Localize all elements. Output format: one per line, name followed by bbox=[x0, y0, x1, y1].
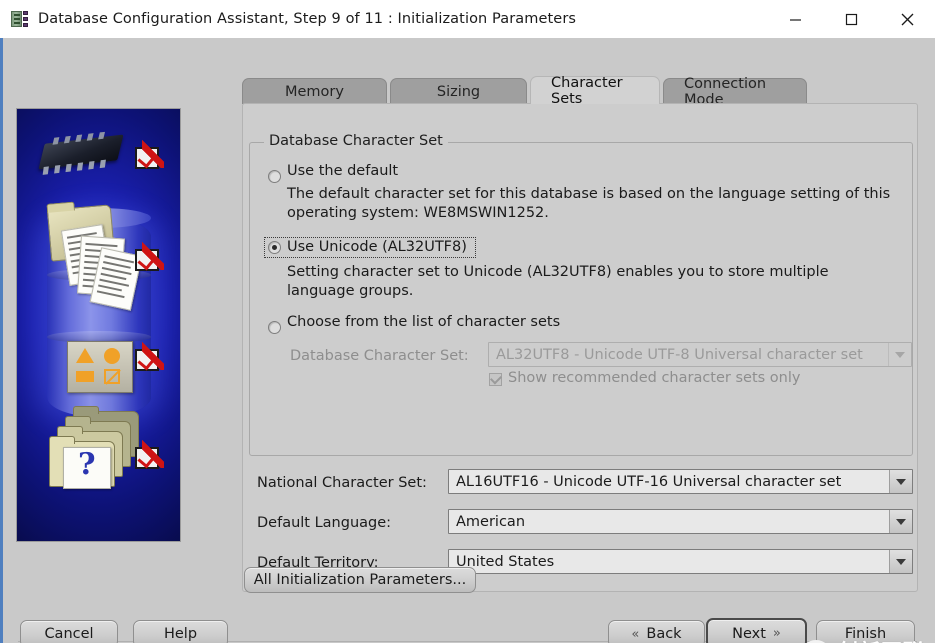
radio-label-use-unicode: Use Unicode (AL32UTF8) bbox=[287, 239, 467, 255]
red-checkmark-icon bbox=[135, 240, 164, 271]
help-document-icon: ? bbox=[63, 447, 111, 489]
next-button[interactable]: Next » bbox=[706, 618, 807, 643]
button-label: Cancel bbox=[44, 626, 94, 642]
chevron-down-icon bbox=[889, 470, 912, 493]
chevron-down-icon bbox=[889, 510, 912, 533]
application-window: Database Configuration Assistant, Step 9… bbox=[0, 0, 935, 643]
radio-label-use-the-default: Use the default bbox=[287, 163, 399, 179]
default-territory-dropdown[interactable]: United States bbox=[448, 549, 913, 574]
button-label: Help bbox=[163, 626, 198, 642]
radio-use-the-default[interactable] bbox=[268, 170, 281, 183]
radio-use-unicode[interactable] bbox=[268, 241, 281, 254]
dropdown-value: AL16UTF16 - Unicode UTF-16 Universal cha… bbox=[456, 473, 842, 490]
minimize-icon[interactable] bbox=[767, 0, 823, 38]
folder-stack-icon: ? bbox=[47, 406, 139, 489]
red-checkmark-icon bbox=[135, 340, 164, 371]
sidebar-illustration: ? bbox=[16, 108, 181, 542]
red-checkmark-icon bbox=[135, 438, 164, 469]
memory-chip-icon bbox=[38, 131, 124, 175]
chevron-right-icon: » bbox=[772, 626, 781, 641]
red-checkmark-icon bbox=[135, 138, 164, 169]
tab-memory[interactable]: Memory bbox=[242, 78, 387, 104]
national-character-set-label: National Character Set: bbox=[257, 475, 427, 491]
description-use-the-default: The default character set for this datab… bbox=[287, 186, 891, 221]
tab-character-sets[interactable]: Character Sets bbox=[530, 74, 660, 107]
national-character-set-dropdown[interactable]: AL16UTF16 - Unicode UTF-16 Universal cha… bbox=[448, 469, 913, 494]
default-language-dropdown[interactable]: American bbox=[448, 509, 913, 534]
database-character-set-group: Database Character Set Use the default T… bbox=[249, 133, 913, 456]
show-recommended-checkbox[interactable] bbox=[489, 372, 503, 386]
group-title: Database Character Set bbox=[264, 133, 448, 149]
back-button[interactable]: « Back bbox=[608, 620, 705, 643]
tab-label: Memory bbox=[285, 83, 344, 100]
chevron-down-icon bbox=[888, 343, 911, 366]
window-body: ? Memory Sizing Character Sets Connectio… bbox=[0, 38, 935, 643]
close-icon[interactable] bbox=[879, 0, 935, 38]
default-language-label: Default Language: bbox=[257, 515, 392, 531]
finish-button[interactable]: Finish bbox=[816, 620, 915, 643]
button-label: All Initialization Parameters... bbox=[253, 572, 467, 588]
button-label: Finish bbox=[844, 626, 887, 642]
chevron-down-icon bbox=[889, 550, 912, 573]
title-bar: Database Configuration Assistant, Step 9… bbox=[0, 0, 935, 39]
dropdown-value: United States bbox=[456, 553, 555, 570]
tab-strip: Memory Sizing Character Sets Connection … bbox=[242, 74, 810, 108]
database-character-set-dropdown[interactable]: AL32UTF8 - Unicode UTF-8 Universal chara… bbox=[488, 342, 912, 367]
radio-label-choose-from-list: Choose from the list of character sets bbox=[287, 314, 561, 330]
dropdown-value: American bbox=[456, 513, 526, 530]
button-label: Back bbox=[646, 626, 682, 642]
tab-label: Character Sets bbox=[551, 74, 623, 107]
help-button[interactable]: Help bbox=[133, 620, 228, 643]
show-recommended-label: Show recommended character sets only bbox=[508, 370, 801, 386]
character-sets-panel: Database Character Set Use the default T… bbox=[242, 103, 918, 592]
cancel-button[interactable]: Cancel bbox=[20, 620, 118, 643]
tab-label: Sizing bbox=[436, 83, 481, 100]
radio-choose-from-list[interactable] bbox=[268, 321, 281, 334]
chevron-left-icon: « bbox=[631, 626, 640, 642]
shapes-palette-icon bbox=[67, 341, 133, 393]
window-controls bbox=[767, 0, 935, 38]
button-label: Next bbox=[732, 625, 766, 642]
database-character-set-label: Database Character Set: bbox=[290, 348, 469, 364]
tab-sizing[interactable]: Sizing bbox=[390, 78, 527, 104]
database-server-icon bbox=[11, 10, 29, 28]
description-use-unicode: Setting character set to Unicode (AL32UT… bbox=[287, 264, 829, 299]
tab-connection-mode[interactable]: Connection Mode bbox=[663, 76, 807, 108]
maximize-icon[interactable] bbox=[823, 0, 879, 38]
dropdown-value: AL32UTF8 - Unicode UTF-8 Universal chara… bbox=[496, 346, 863, 363]
left-accent-bar bbox=[0, 38, 3, 643]
window-title: Database Configuration Assistant, Step 9… bbox=[38, 11, 577, 27]
all-initialization-parameters-button[interactable]: All Initialization Parameters... bbox=[244, 567, 476, 593]
